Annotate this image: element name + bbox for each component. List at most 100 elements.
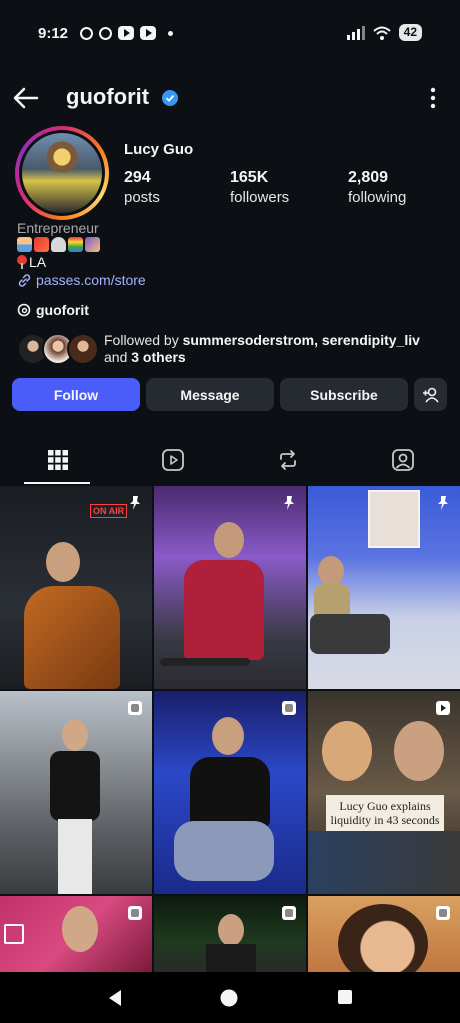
post-subject-body — [206, 944, 256, 972]
carousel-icon — [282, 701, 296, 715]
verified-badge-icon — [162, 90, 178, 106]
suggested-users-button[interactable] — [414, 378, 447, 411]
post-subject-body — [190, 757, 270, 827]
message-button[interactable]: Message — [146, 378, 274, 411]
post-subject — [62, 906, 98, 952]
post-subject-body — [24, 586, 120, 689]
grid-post[interactable] — [0, 896, 152, 972]
more-notifications-icon — [168, 30, 173, 36]
stat-followers[interactable]: 165K followers — [230, 168, 348, 209]
system-icons: 42 — [346, 24, 422, 41]
bio-emojis — [17, 237, 100, 252]
repost-icon — [279, 450, 296, 470]
grid-post[interactable] — [154, 896, 306, 972]
profile-category: Entrepreneur — [17, 220, 99, 236]
skateboard — [160, 658, 250, 666]
stat-following[interactable]: 2,809 following — [348, 168, 454, 209]
location-text: LA — [29, 254, 47, 270]
reel-caption: Lucy Guo explains liquidity in 43 second… — [326, 795, 444, 831]
link-icon — [18, 273, 31, 287]
post-subject — [212, 717, 244, 755]
post-subject — [214, 522, 244, 558]
followed-by[interactable]: Followed by summersoderstrom, serendipit… — [17, 332, 444, 366]
subscribe-button[interactable]: Subscribe — [280, 378, 408, 411]
post-subject — [394, 721, 444, 781]
grid-post[interactable] — [154, 486, 306, 689]
runner-emoji-icon — [85, 237, 100, 252]
bio-link[interactable]: passes.com/store — [17, 272, 146, 288]
grid-post[interactable] — [308, 896, 460, 972]
post-subject — [322, 721, 372, 781]
grid-post[interactable] — [0, 691, 152, 894]
notification-phone-icon — [80, 26, 93, 40]
stat-value: 165K — [230, 169, 269, 186]
pin-icon — [17, 255, 27, 269]
follow-button[interactable]: Follow — [12, 378, 140, 411]
post-logo — [4, 924, 24, 944]
nav-home-icon[interactable] — [220, 989, 238, 1007]
more-options-icon[interactable] — [430, 86, 436, 110]
tagged-person-icon — [391, 449, 414, 471]
notification-icons — [80, 26, 173, 40]
stat-label: following — [348, 189, 407, 206]
dancer-emoji-icon — [34, 237, 49, 252]
profile-header: guoforit — [0, 78, 460, 118]
profile-avatar[interactable] — [15, 126, 109, 220]
posts-grid: ON AIR Lucy Guo explains liquidity in 43… — [0, 486, 460, 972]
system-navigation-bar — [0, 972, 460, 1023]
tab-reels[interactable] — [115, 436, 230, 484]
back-arrow-icon[interactable] — [12, 84, 40, 112]
profile-username: guoforit — [66, 84, 150, 109]
nav-back-icon[interactable] — [106, 989, 124, 1007]
battery-indicator: 42 — [398, 24, 422, 41]
post-subject-body — [184, 560, 264, 660]
stat-value: 294 — [124, 169, 151, 186]
pinned-icon — [130, 496, 140, 510]
grid-post[interactable] — [154, 691, 306, 894]
nav-recents-icon[interactable] — [337, 989, 353, 1005]
tab-tagged[interactable] — [345, 436, 460, 484]
mutual-avatars — [17, 333, 99, 365]
stat-label: posts — [124, 189, 160, 206]
post-subject — [46, 542, 80, 582]
post-subject-body — [308, 831, 460, 894]
profile-actions: Follow Message Subscribe — [12, 378, 447, 411]
threads-icon — [17, 303, 31, 317]
laptop-emoji-icon — [17, 237, 32, 252]
stat-posts[interactable]: 294 posts — [124, 168, 230, 209]
chair — [310, 614, 390, 654]
music-note-emoji-icon — [51, 237, 66, 252]
carousel-icon — [128, 906, 142, 920]
rainbow-emoji-icon — [68, 237, 83, 252]
chair — [174, 821, 274, 881]
reels-icon — [161, 449, 184, 471]
carousel-icon — [282, 906, 296, 920]
avatar — [67, 333, 99, 365]
stat-label: followers — [230, 189, 290, 206]
avatar-image — [22, 133, 102, 213]
neon-sign: ON AIR — [90, 504, 128, 518]
stat-value: 2,809 — [348, 169, 389, 186]
notification-check-icon — [99, 26, 112, 40]
followed-by-text: Followed by summersoderstrom, serendipit… — [104, 332, 420, 365]
grid-post[interactable]: Lucy Guo explains liquidity in 43 second… — [308, 691, 460, 894]
tab-reposts[interactable] — [230, 436, 345, 484]
profile-stats: 294 posts 165K followers 2,809 following — [124, 168, 454, 209]
wifi-icon — [372, 26, 391, 40]
status-bar: 9:12 42 — [0, 0, 460, 68]
grid-post[interactable] — [308, 486, 460, 689]
post-subject — [338, 904, 428, 972]
threads-badge[interactable]: guoforit — [17, 302, 89, 318]
pinned-icon — [284, 496, 294, 510]
post-subject-legs — [58, 819, 92, 894]
reel-icon — [436, 701, 450, 715]
threads-handle: guoforit — [36, 302, 89, 318]
grid-post[interactable]: ON AIR — [0, 486, 152, 689]
bio-location: LA — [17, 254, 46, 270]
post-subject-body — [50, 751, 100, 821]
post-subject — [62, 719, 88, 751]
tab-posts[interactable] — [0, 436, 115, 484]
profile-full-name: Lucy Guo — [124, 141, 194, 158]
link-text: passes.com/store — [36, 272, 146, 288]
pinned-icon — [438, 496, 448, 510]
